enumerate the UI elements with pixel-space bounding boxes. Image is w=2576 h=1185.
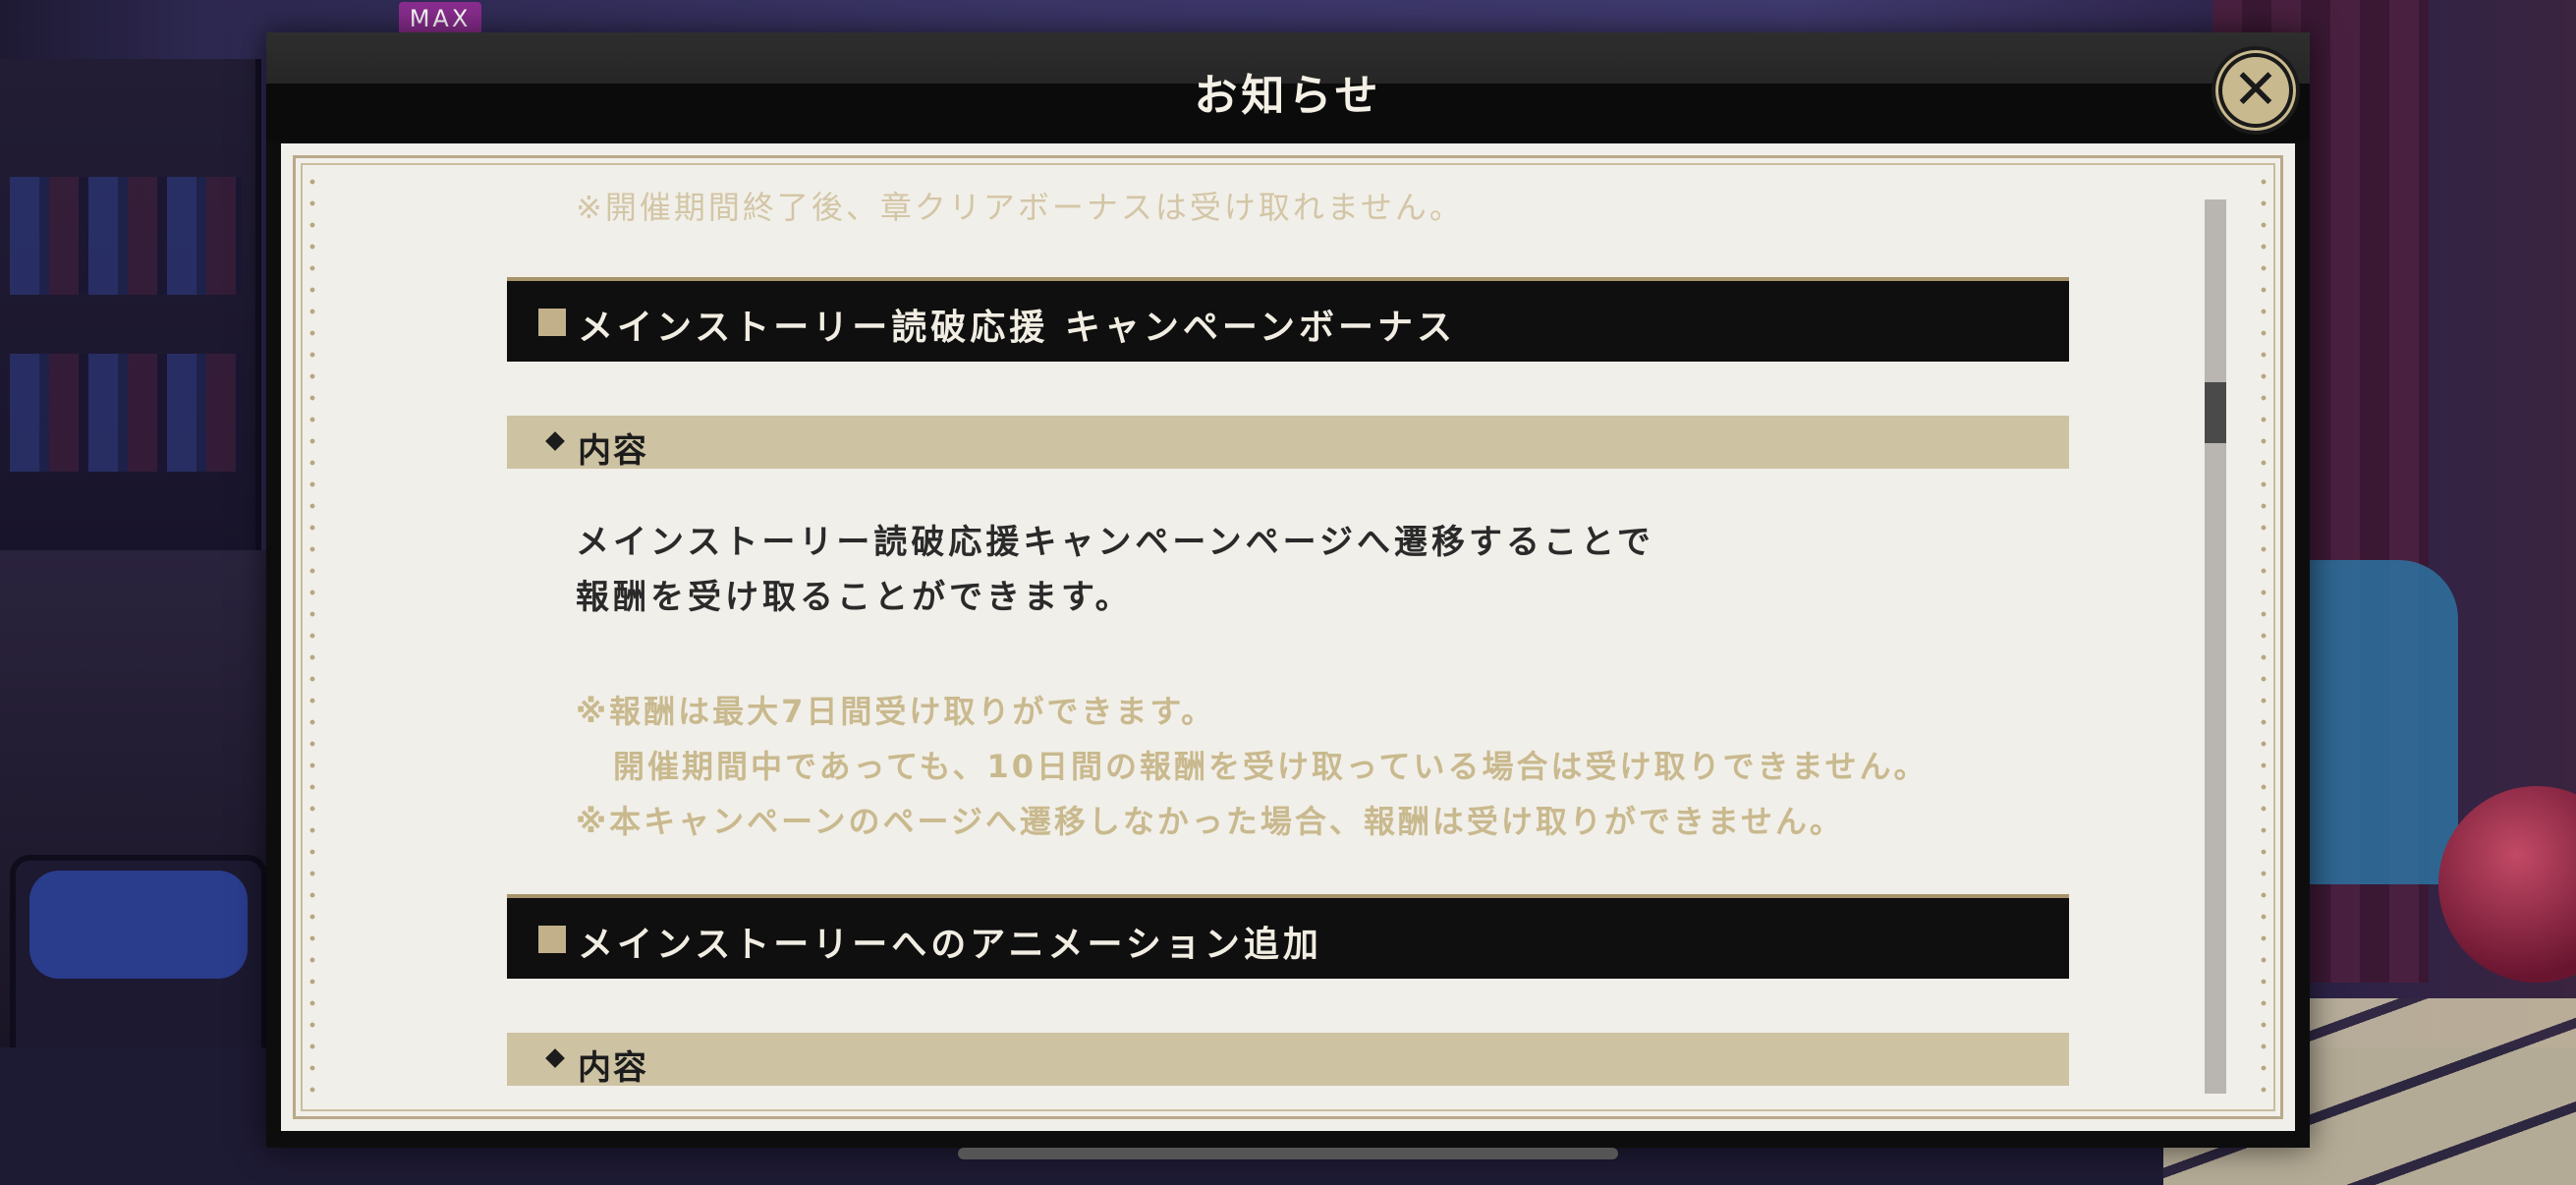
body-line: メインストーリー読破応援キャンペーンページへ遷移することで bbox=[576, 523, 1654, 562]
section-header: メインストーリーへのアニメーション追加 bbox=[507, 894, 2069, 979]
square-bullet-icon bbox=[538, 309, 566, 336]
section-notes: ※報酬は最大7日間受け取りができます。 開催期間中であっても、10日間の報酬を受… bbox=[576, 684, 1929, 849]
bookshelf bbox=[0, 59, 261, 609]
faded-note-line: ※開催期間終了後、章クリアボーナスは受け取れません。 bbox=[576, 189, 1464, 226]
section-title: メインストーリーへのアニメーション追加 bbox=[578, 925, 1322, 965]
close-button[interactable]: ✕ bbox=[2212, 46, 2300, 135]
notice-content: ※開催期間終了後、章クリアボーナスは受け取れません。 メインストーリー読破応援 … bbox=[507, 143, 2069, 1131]
notice-panel[interactable]: ※開催期間終了後、章クリアボーナスは受け取れません。 メインストーリー読破応援 … bbox=[281, 143, 2295, 1131]
section-body: メインストーリー読破応援キャンペーンページへ遷移することで 報酬を受け取ることが… bbox=[576, 515, 1654, 625]
sub-header-label: 内容 bbox=[578, 431, 648, 471]
body-line: 報酬を受け取ることができます。 bbox=[576, 578, 1133, 617]
sub-header: 内容 bbox=[507, 1033, 2069, 1088]
modal-header: お知らせ bbox=[266, 32, 2310, 142]
dotted-border-left bbox=[309, 171, 315, 1103]
dotted-border-right bbox=[2261, 171, 2267, 1103]
home-indicator[interactable] bbox=[958, 1148, 1618, 1159]
diamond-bullet-icon bbox=[545, 1048, 565, 1068]
sub-header: 内容 bbox=[507, 416, 2069, 471]
max-badge: MAX bbox=[399, 2, 481, 35]
section-title: メインストーリー読破応援 キャンペーンボーナス bbox=[578, 308, 1457, 348]
note-line: ※本キャンペーンのページへ遷移しなかった場合、報酬は受け取りができません。 bbox=[576, 803, 1844, 840]
crystal-orb bbox=[2438, 786, 2576, 983]
diamond-bullet-icon bbox=[545, 431, 565, 451]
square-bullet-icon bbox=[538, 926, 566, 953]
note-line: 開催期間中であっても、10日間の報酬を受け取っている場合は受け取りできません。 bbox=[613, 748, 1929, 785]
sub-header-label: 内容 bbox=[578, 1048, 648, 1088]
note-line: ※報酬は最大7日間受け取りができます。 bbox=[576, 693, 1216, 730]
modal-title: お知らせ bbox=[1194, 71, 1382, 121]
scrollbar[interactable] bbox=[2205, 199, 2226, 1094]
scrollbar-thumb[interactable] bbox=[2205, 382, 2226, 443]
section-header: メインストーリー読破応援 キャンペーンボーナス bbox=[507, 277, 2069, 362]
close-icon: ✕ bbox=[2232, 58, 2279, 122]
